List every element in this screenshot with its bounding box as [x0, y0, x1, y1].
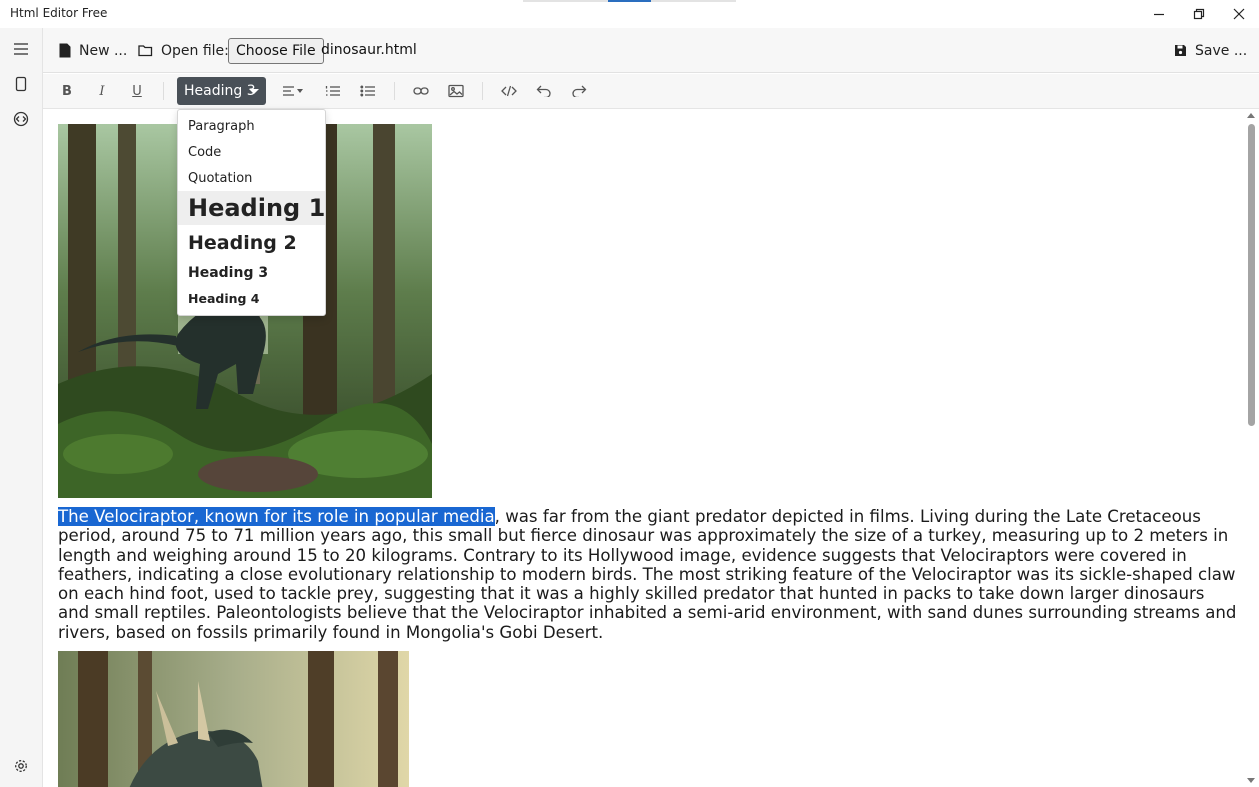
scroll-down-icon[interactable] [1247, 778, 1255, 783]
bullet-list-button[interactable] [354, 78, 382, 104]
file-bar: New ... Open file: Choose File dinosaur.… [43, 28, 1259, 73]
restore-icon [1193, 8, 1205, 20]
save-button[interactable]: Save ... [1174, 28, 1247, 73]
save-label: Save ... [1195, 42, 1248, 59]
new-file-button[interactable]: New ... [59, 28, 127, 73]
menu-button[interactable] [8, 36, 34, 62]
caret-down-icon [249, 89, 259, 94]
selected-text[interactable]: The Velociraptor, known for its role in … [58, 507, 495, 526]
ordered-list-button[interactable] [319, 78, 347, 104]
toolbar-divider [394, 82, 395, 100]
code-icon [501, 85, 517, 97]
align-button[interactable] [279, 78, 309, 104]
bullet-list-icon [360, 85, 375, 97]
image-icon [448, 84, 464, 98]
close-icon [1233, 8, 1245, 20]
new-file-icon [59, 43, 71, 58]
open-file-label-group: Open file: [138, 28, 229, 73]
tab-strip [523, 0, 736, 2]
body-paragraph[interactable]: The Velociraptor, known for its role in … [58, 507, 1240, 642]
dropdown-item-heading-2[interactable]: Heading 2 [178, 227, 325, 259]
minimize-button[interactable] [1139, 0, 1179, 28]
source-icon [13, 111, 29, 127]
image-button[interactable] [442, 78, 470, 104]
file-name: dinosaur.html [321, 42, 417, 58]
app-title: Html Editor Free [10, 6, 108, 20]
new-file-label: New ... [79, 42, 128, 59]
title-bar: Html Editor Free [0, 0, 1259, 28]
link-button[interactable] [407, 78, 435, 104]
format-toolbar: B I U Heading 3 [43, 74, 1259, 109]
undo-icon [536, 85, 551, 97]
open-file-label: Open file: [161, 42, 229, 59]
dropdown-item-heading-1[interactable]: Heading 1 [178, 191, 325, 225]
block-format-select[interactable]: Heading 3 [177, 77, 266, 105]
block-format-dropdown: Paragraph Code Quotation Heading 1 Headi… [177, 109, 326, 316]
folder-icon [138, 45, 153, 57]
triceratops-image[interactable] [58, 651, 409, 787]
ordered-list-icon [325, 86, 340, 96]
undo-button[interactable] [530, 78, 558, 104]
save-icon [1175, 45, 1186, 56]
underline-button[interactable]: U [123, 78, 151, 104]
side-rail [0, 28, 43, 787]
link-icon [413, 87, 429, 95]
bold-button[interactable]: B [53, 78, 81, 104]
page-view-button[interactable] [8, 71, 34, 97]
settings-icon [15, 760, 27, 772]
choose-file-button[interactable]: Choose File [228, 38, 324, 64]
menu-icon [14, 43, 28, 55]
dropdown-item-paragraph[interactable]: Paragraph [178, 114, 325, 140]
dropdown-item-heading-4[interactable]: Heading 4 [178, 286, 325, 312]
scrollbar-thumb[interactable] [1248, 124, 1255, 426]
italic-button[interactable]: I [88, 78, 116, 104]
block-format-value: Heading 3 [184, 83, 256, 99]
source-view-button[interactable] [8, 106, 34, 132]
redo-button[interactable] [565, 78, 593, 104]
paragraph-text[interactable]: , was far from the giant predator depict… [58, 507, 1236, 642]
restore-button[interactable] [1179, 0, 1219, 28]
dropdown-item-heading-3[interactable]: Heading 3 [178, 260, 325, 286]
dropdown-item-code[interactable]: Code [178, 140, 325, 166]
toolbar-divider [482, 82, 483, 100]
vertical-scrollbar[interactable] [1244, 110, 1259, 787]
source-code-button[interactable] [495, 78, 523, 104]
align-left-icon [283, 86, 303, 96]
close-button[interactable] [1219, 0, 1259, 28]
redo-icon [572, 85, 587, 97]
settings-button[interactable] [8, 753, 34, 779]
scroll-up-icon[interactable] [1247, 113, 1255, 118]
page-icon [15, 76, 27, 92]
dropdown-item-quotation[interactable]: Quotation [178, 166, 325, 192]
minimize-icon [1154, 13, 1164, 16]
toolbar-divider [163, 82, 164, 100]
